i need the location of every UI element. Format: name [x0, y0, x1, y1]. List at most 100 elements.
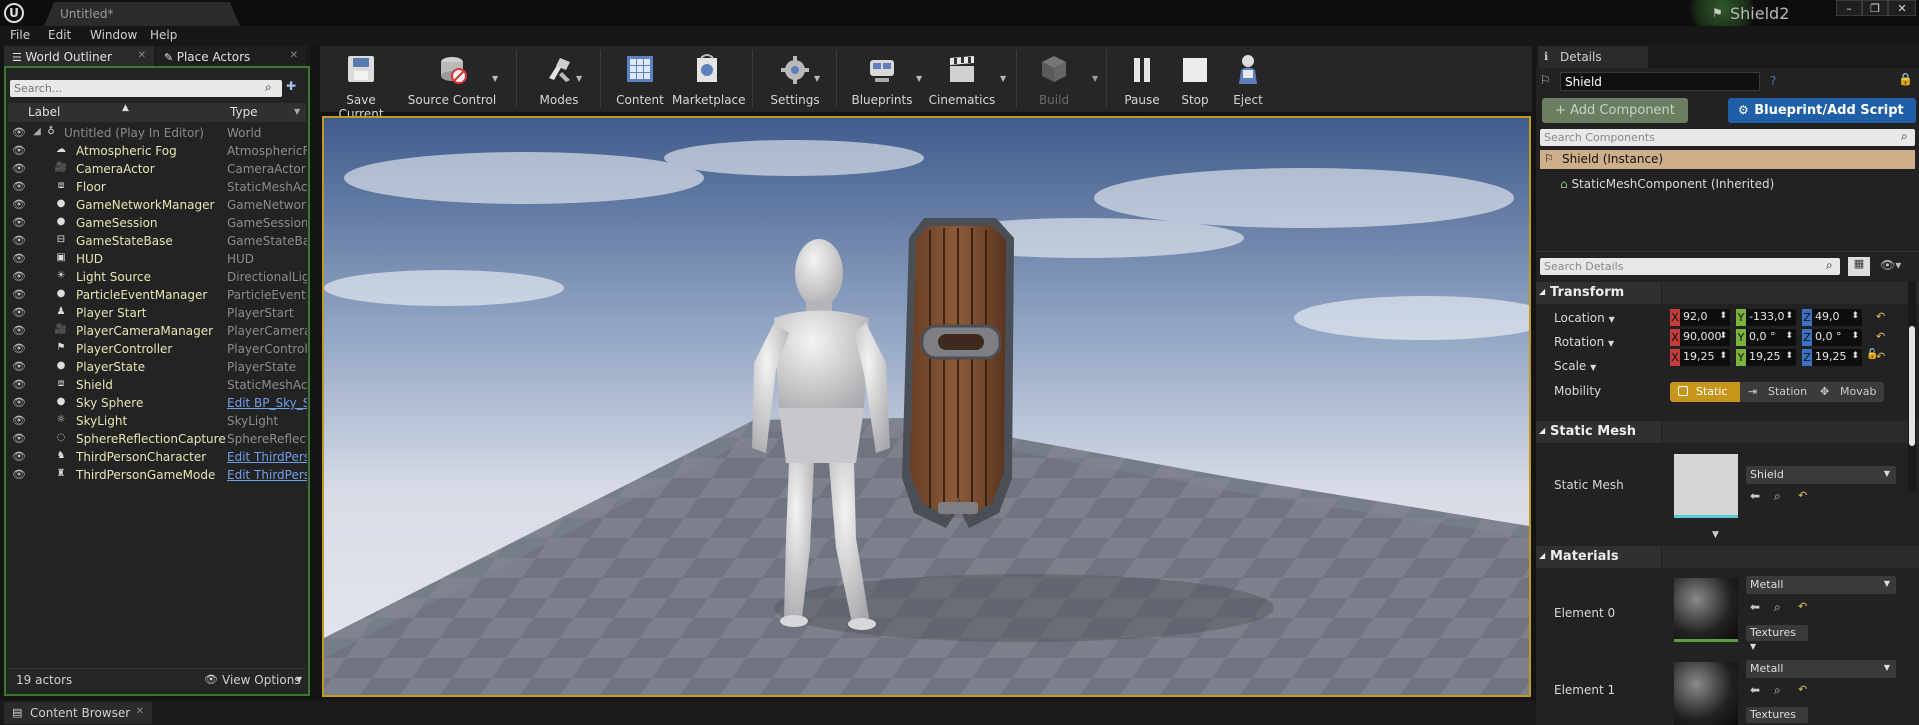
outliner-row[interactable]: 👁 ☀ Light Source DirectionalLight: [8, 268, 307, 286]
visibility-eye-icon[interactable]: 👁: [12, 432, 26, 445]
tab-details[interactable]: ℹ Details: [1538, 46, 1648, 68]
spin-handle-icon[interactable]: ⬍: [1851, 331, 1859, 341]
reset-icon[interactable]: ↶: [1798, 489, 1807, 502]
content-button[interactable]: Content: [610, 46, 670, 112]
visibility-eye-icon[interactable]: 👁: [12, 306, 26, 319]
browse-icon[interactable]: ⌕: [1774, 489, 1781, 504]
visibility-eye-icon[interactable]: 👁: [12, 252, 26, 265]
help-icon[interactable]: ?: [1770, 74, 1776, 88]
outliner-row[interactable]: 👁 ♜ ThirdPersonGameMode Edit ThirdPersonGam…: [8, 466, 307, 484]
modes-button[interactable]: Modes: [524, 46, 594, 112]
material-0-thumbnail[interactable]: [1674, 578, 1738, 642]
visibility-eye-icon[interactable]: 👁: [12, 414, 26, 427]
outliner-root-row[interactable]: 👁 ◢ ♁ Untitled (Play In Editor) World: [8, 124, 306, 142]
visibility-eye-icon[interactable]: 👁: [12, 288, 26, 301]
rotation-label[interactable]: Rotation ▼: [1554, 335, 1614, 349]
spin-handle-icon[interactable]: ⬍: [1785, 351, 1793, 361]
modes-dropdown-icon[interactable]: ▼: [576, 74, 582, 83]
scrollbar-thumb[interactable]: [1909, 326, 1915, 446]
visibility-eye-icon[interactable]: 👁: [12, 450, 26, 463]
blueprints-button[interactable]: Blueprints: [844, 46, 920, 112]
visibility-eye-icon[interactable]: 👁: [12, 144, 26, 157]
edit-blueprint-link[interactable]: Edit BP_Sky_Sphere: [227, 396, 307, 410]
spin-handle-icon[interactable]: ⬍: [1851, 351, 1859, 361]
use-selected-icon[interactable]: ⬅: [1750, 489, 1760, 503]
visibility-eye-icon[interactable]: 👁: [12, 180, 26, 193]
scale-z-field[interactable]: Z 19,25 ⬍: [1802, 349, 1862, 366]
mobility-stationary-button[interactable]: ⇥ Station: [1740, 382, 1812, 402]
lock-icon[interactable]: 🔒: [1898, 72, 1913, 86]
close-tab-icon[interactable]: ✕: [290, 50, 298, 61]
rotation-z-field[interactable]: Z 0,0 ° ⬍: [1802, 329, 1862, 346]
scale-x-field[interactable]: X 19,25 ⬍: [1670, 349, 1730, 366]
mobility-static-button[interactable]: Static: [1670, 382, 1740, 402]
cinematics-dropdown-icon[interactable]: ▼: [1000, 74, 1006, 83]
expand-advanced-icon[interactable]: ▼: [1712, 530, 1719, 540]
outliner-row[interactable]: 👁 ♟ Player Start PlayerStart: [8, 304, 306, 322]
reset-icon[interactable]: ↶: [1798, 600, 1807, 613]
column-label[interactable]: Label: [28, 105, 60, 119]
material-1-thumbnail[interactable]: [1674, 662, 1738, 725]
spin-handle-icon[interactable]: ⬍: [1785, 311, 1793, 321]
marketplace-button[interactable]: Marketplace: [672, 46, 746, 112]
menu-file[interactable]: File: [10, 28, 30, 42]
scale-lock-icon[interactable]: 🔓: [1866, 349, 1878, 360]
document-tab[interactable]: Untitled*: [44, 2, 240, 26]
scale-y-field[interactable]: Y 19,25 ⬍: [1736, 349, 1796, 366]
tab-world-outliner[interactable]: ☰ World Outliner ✕: [4, 46, 154, 68]
expand-arrow-icon[interactable]: ◢: [30, 126, 44, 139]
visibility-eye-icon[interactable]: 👁: [12, 162, 26, 175]
materials-section-header[interactable]: ◢ Materials: [1536, 546, 1661, 568]
outliner-row[interactable]: 👁 ♞ ThirdPersonCharacter Edit ThirdPersonCh…: [8, 448, 307, 466]
use-selected-icon[interactable]: ⬅: [1750, 683, 1760, 697]
outliner-row[interactable]: 👁 🎥 PlayerCameraManager PlayerCameraManager: [8, 322, 307, 340]
stop-button[interactable]: Stop: [1170, 46, 1220, 112]
browse-icon[interactable]: ⌕: [1774, 683, 1781, 698]
location-z-field[interactable]: Z 49,0 ⬍: [1802, 309, 1862, 326]
reset-icon[interactable]: ↶: [1798, 683, 1807, 696]
settings-dropdown-icon[interactable]: ▼: [814, 74, 820, 83]
build-button[interactable]: Build: [1024, 46, 1084, 112]
eject-button[interactable]: Eject: [1222, 46, 1274, 112]
reset-icon[interactable]: ↶: [1876, 310, 1885, 323]
material-0-textures-dropdown[interactable]: Textures ▼: [1746, 625, 1808, 651]
rotation-x-field[interactable]: X 90,000 ⬍: [1670, 329, 1730, 346]
eye-visibility-icon[interactable]: 👁▾: [1880, 258, 1901, 272]
details-scrollbar[interactable]: [1908, 282, 1916, 492]
scale-label[interactable]: Scale ▼: [1554, 359, 1596, 373]
menu-edit[interactable]: Edit: [48, 28, 71, 42]
blueprints-dropdown-icon[interactable]: ▼: [916, 74, 922, 83]
menu-help[interactable]: Help: [150, 28, 177, 42]
instance-row[interactable]: ⚐ Shield (Instance): [1540, 150, 1915, 169]
outliner-row[interactable]: 👁 ● GameNetworkManager GameNetworkManager: [8, 196, 307, 214]
search-components-input[interactable]: Search Components: [1540, 129, 1915, 146]
reset-icon[interactable]: ↶: [1876, 330, 1885, 343]
outliner-row[interactable]: 👁 ☼ SkyLight SkyLight: [8, 412, 306, 430]
maximize-button[interactable]: ❐: [1862, 0, 1888, 16]
menu-window[interactable]: Window: [90, 28, 137, 42]
location-x-field[interactable]: X 92,0 ⬍: [1670, 309, 1730, 326]
use-selected-icon[interactable]: ⬅: [1750, 600, 1760, 614]
outliner-row[interactable]: 👁 ● ParticleEventManager ParticleEventManag…: [8, 286, 307, 304]
outliner-row[interactable]: 👁 ⧈ Floor StaticMeshActor: [8, 178, 307, 196]
spin-handle-icon[interactable]: ⬍: [1719, 311, 1727, 321]
outliner-row[interactable]: 👁 ⊟ GameStateBase GameStateBase: [8, 232, 307, 250]
material-1-dropdown[interactable]: Metall ▼: [1746, 660, 1896, 678]
outliner-row[interactable]: 👁 ● PlayerState PlayerState: [8, 358, 306, 376]
column-type[interactable]: Type: [230, 105, 258, 119]
property-matrix-icon[interactable]: ▦: [1848, 257, 1870, 276]
visibility-eye-icon[interactable]: 👁: [12, 270, 26, 283]
material-1-textures-dropdown[interactable]: Textures ▼: [1746, 707, 1808, 725]
tab-place-actors[interactable]: ✎ Place Actors ✕: [156, 46, 306, 68]
outliner-row[interactable]: 👁 ◌ SphereReflectionCaptureSphereReflectio…: [8, 430, 307, 448]
build-dropdown-icon[interactable]: ▼: [1092, 74, 1098, 83]
spin-handle-icon[interactable]: ⬍: [1719, 351, 1727, 361]
edit-blueprint-link[interactable]: Edit ThirdPersonCharacter: [227, 450, 307, 464]
spin-handle-icon[interactable]: ⬍: [1851, 311, 1859, 321]
visibility-eye-icon[interactable]: 👁: [12, 198, 26, 211]
spin-handle-icon[interactable]: ⬍: [1719, 331, 1727, 341]
visibility-eye-icon[interactable]: 👁: [12, 342, 26, 355]
outliner-row[interactable]: 👁 ☁ Atmospheric Fog AtmosphericFog: [8, 142, 307, 160]
visibility-eye-icon[interactable]: 👁: [12, 216, 26, 229]
visibility-eye-icon[interactable]: 👁: [12, 378, 26, 391]
